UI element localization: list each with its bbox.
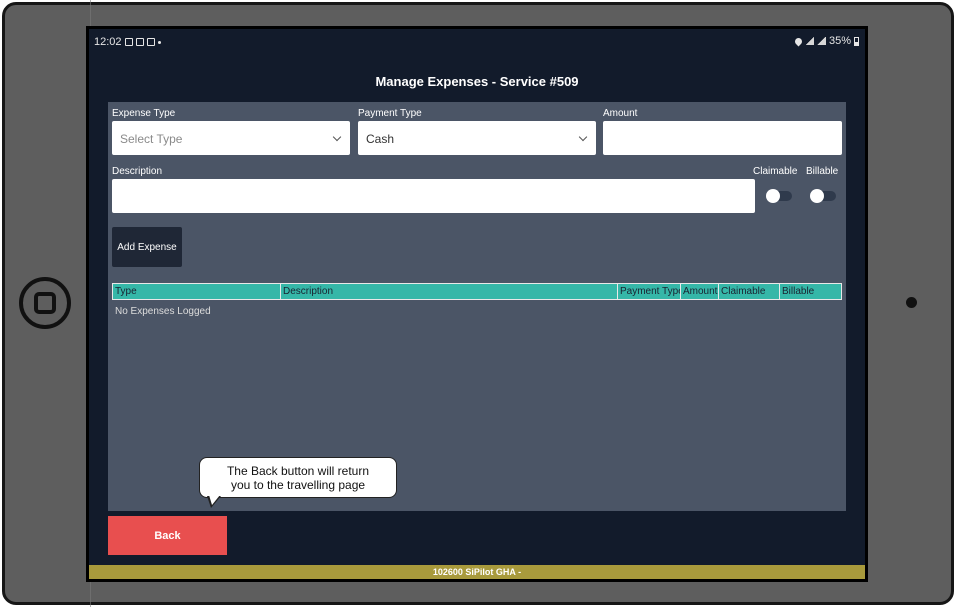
toggle-knob bbox=[810, 189, 824, 203]
toggle-knob bbox=[766, 189, 780, 203]
back-button[interactable]: Back bbox=[108, 516, 227, 555]
battery-icon bbox=[854, 36, 859, 46]
chevron-down-icon bbox=[332, 132, 342, 142]
expense-type-label: Expense Type bbox=[112, 108, 176, 119]
signal-icon bbox=[816, 37, 826, 45]
expense-type-value: Select Type bbox=[120, 132, 183, 146]
claimable-label: Claimable bbox=[753, 166, 798, 177]
status-bar: 12:02 35% bbox=[89, 29, 865, 53]
add-expense-button[interactable]: Add Expense bbox=[112, 227, 182, 267]
column-header-description[interactable]: Description bbox=[281, 284, 618, 299]
notification-icon bbox=[124, 38, 133, 46]
billable-toggle[interactable] bbox=[810, 189, 836, 203]
battery-percent: 35% bbox=[828, 35, 851, 47]
column-header-payment-type[interactable]: Payment Type bbox=[618, 284, 681, 299]
expense-panel: Expense Type Select Type Payment Type Ca… bbox=[108, 102, 846, 511]
payment-type-select[interactable]: Cash bbox=[358, 121, 596, 155]
empty-table-message: No Expenses Logged bbox=[115, 306, 211, 317]
tooltip-tail-fill bbox=[209, 495, 220, 505]
more-notifications-icon bbox=[157, 40, 161, 44]
amount-label: Amount bbox=[603, 108, 638, 119]
calendar-icon bbox=[146, 38, 155, 46]
device-screen: 12:02 35% Manage Expenses - Service #509… bbox=[86, 26, 868, 582]
column-header-type[interactable]: Type bbox=[113, 284, 281, 299]
expense-type-select[interactable]: Select Type bbox=[112, 121, 350, 155]
footer-bar: 102600 SiPilot GHA - bbox=[89, 565, 865, 579]
payment-type-label: Payment Type bbox=[358, 108, 422, 119]
expenses-table-header: Type Description Payment Type Amount Cla… bbox=[112, 283, 842, 300]
tooltip-line-1: The Back button will return bbox=[226, 464, 370, 478]
tooltip-line-2: you to the travelling page bbox=[230, 478, 366, 492]
page-title: Manage Expenses - Service #509 bbox=[375, 74, 579, 89]
description-label: Description bbox=[112, 166, 163, 177]
camera-dot bbox=[906, 297, 917, 308]
column-header-amount[interactable]: Amount bbox=[681, 284, 719, 299]
chevron-down-icon bbox=[578, 132, 588, 142]
cast-icon bbox=[135, 38, 144, 46]
column-header-billable[interactable]: Billable bbox=[780, 284, 841, 299]
home-square-icon bbox=[34, 292, 56, 314]
payment-type-value: Cash bbox=[366, 132, 395, 146]
tooltip-callout: The Back button will return you to the t… bbox=[199, 457, 397, 498]
status-time: 12:02 bbox=[94, 36, 122, 48]
column-header-claimable[interactable]: Claimable bbox=[719, 284, 780, 299]
wifi-icon bbox=[804, 37, 814, 45]
billable-label: Billable bbox=[806, 166, 839, 177]
location-icon bbox=[793, 36, 804, 46]
home-button[interactable] bbox=[19, 277, 71, 329]
claimable-toggle[interactable] bbox=[766, 189, 792, 203]
amount-input[interactable] bbox=[603, 121, 842, 155]
description-input[interactable] bbox=[112, 179, 755, 213]
